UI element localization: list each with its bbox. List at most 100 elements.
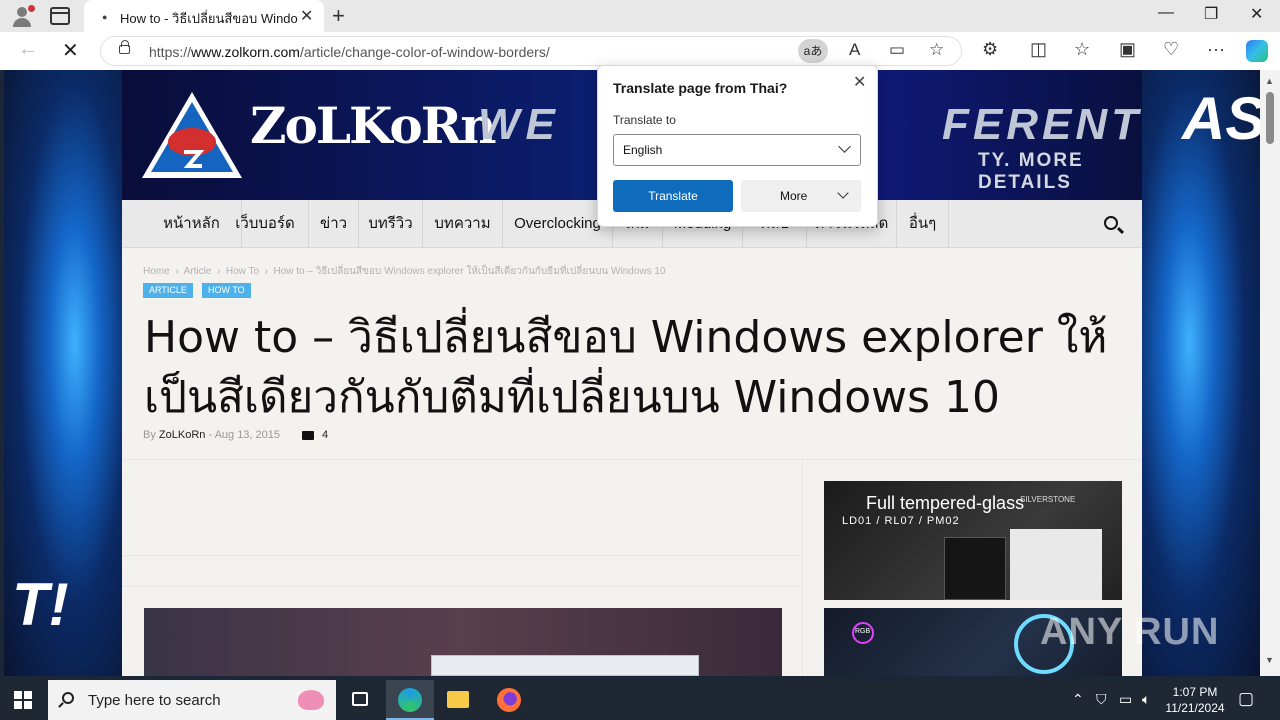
close-tab-icon[interactable]: ✕	[300, 6, 313, 26]
edge-taskbar-icon[interactable]	[386, 680, 434, 720]
tab-title: How to - วิธีเปลี่ยนสีขอบ Windows explor…	[120, 11, 298, 26]
site-search-icon[interactable]	[1104, 216, 1118, 230]
split-screen-icon[interactable]: ◫	[1030, 39, 1047, 60]
author-link[interactable]: ZoLKoRn	[159, 429, 205, 441]
restore-icon[interactable]: ❐	[1204, 4, 1218, 24]
taskbar-search[interactable]: Type here to search	[48, 680, 336, 720]
volume-icon[interactable]: 🔈︎	[1142, 691, 1150, 708]
banner-slogan-right: FERENT	[942, 100, 1142, 149]
site-logo-icon[interactable]	[140, 90, 244, 180]
scroll-up-icon[interactable]: ▲	[1265, 76, 1274, 86]
more-menu-icon[interactable]: ···	[1207, 39, 1225, 60]
ad-banner-silverstone[interactable]: Full tempered-glass LD01 / RL07 / PM02 S…	[824, 481, 1122, 600]
favorite-star-icon[interactable]: ☆	[929, 40, 944, 60]
breadcrumb-article[interactable]: Article	[184, 266, 212, 277]
scrollbar-thumb[interactable]	[1266, 92, 1274, 144]
immersive-reader-icon[interactable]: ▭	[889, 40, 905, 60]
show-hidden-icons[interactable]: ⌃	[1072, 691, 1084, 708]
banner-slogan-left: WE	[478, 100, 561, 149]
scroll-down-icon[interactable]: ▼	[1265, 655, 1274, 665]
ad-brand: SILVERSTONE	[1020, 495, 1076, 504]
close-icon[interactable]: ✕	[853, 72, 866, 92]
back-icon[interactable]: ←	[18, 38, 38, 61]
chevron-down-icon	[838, 140, 851, 153]
divider	[122, 586, 802, 587]
language-value: English	[623, 143, 663, 157]
search-placeholder: Type here to search	[88, 692, 221, 709]
lock-icon[interactable]	[119, 40, 130, 54]
system-clock[interactable]: 1:07 PM 11/21/2024	[1164, 684, 1226, 716]
breadcrumb-current: How to – วิธีเปลี่ยนสีขอบ Windows explor…	[273, 266, 666, 277]
category-badge-howto[interactable]: HOW TO	[202, 283, 251, 298]
background-text-right: ASR	[1182, 85, 1260, 152]
tab-actions-icon[interactable]	[50, 7, 70, 25]
screenshot-window	[431, 655, 699, 676]
menu-item-webboard[interactable]: เว็บบอร์ด	[222, 200, 309, 248]
menu-item-articles[interactable]: บทความ	[423, 200, 503, 248]
address-bar[interactable]: https://www.zolkorn.com/article/change-c…	[100, 36, 962, 66]
column-divider	[802, 460, 803, 676]
close-window-icon[interactable]: ✕	[1250, 4, 1263, 24]
loading-icon: ●	[102, 12, 108, 22]
firefox-icon[interactable]	[484, 680, 532, 720]
comment-icon[interactable]	[302, 431, 314, 440]
minimize-icon[interactable]: —	[1158, 4, 1174, 22]
breadcrumb-home[interactable]: Home	[143, 266, 170, 277]
notifications-icon[interactable]: ▢	[1238, 689, 1254, 709]
stop-loading-icon[interactable]: ✕	[62, 38, 79, 63]
menu-item-other[interactable]: อื่นๆ	[897, 200, 949, 248]
clock-date: 11/21/2024	[1165, 701, 1225, 715]
popup-title: Translate page from Thai?	[613, 80, 788, 96]
background-text-left: T!	[12, 571, 69, 638]
search-icon	[62, 692, 74, 704]
language-select[interactable]: English	[613, 134, 861, 166]
menu-item-news[interactable]: ข่าว	[309, 200, 359, 248]
watermark: ANY RUN	[1040, 611, 1220, 653]
collections-icon[interactable]: ▣	[1119, 39, 1136, 60]
breadcrumb: Home › Article › How To › How to – วิธีเ…	[143, 266, 666, 277]
security-icon[interactable]: ⛉	[1096, 691, 1107, 708]
site-logo-text: ZoLKoRn	[250, 96, 497, 155]
translate-icon[interactable]: aあ	[798, 39, 828, 63]
network-icon[interactable]: ▭	[1119, 691, 1132, 708]
task-view-icon[interactable]	[336, 680, 384, 720]
search-highlight-icon	[298, 690, 324, 710]
extensions-icon[interactable]: ⚙	[982, 39, 998, 60]
page-scrollbar[interactable]: ▲ ▼	[1260, 70, 1280, 676]
pc-case-image	[1010, 529, 1102, 600]
ad-title: Full tempered-glass	[866, 493, 1025, 513]
browser-tab[interactable]: ● How to - วิธีเปลี่ยนสีขอบ Windows expl…	[84, 0, 324, 32]
breadcrumb-howto[interactable]: How To	[226, 266, 259, 277]
article-meta: By ZoLKoRn - Aug 13, 2015	[143, 429, 281, 441]
more-button[interactable]: More	[741, 180, 861, 212]
category-badge-article[interactable]: ARTICLE	[143, 283, 193, 298]
new-tab-icon[interactable]: +	[332, 3, 345, 29]
screen: ● How to - วิธีเปลี่ยนสีขอบ Windows expl…	[0, 0, 1280, 720]
clock-time: 1:07 PM	[1172, 685, 1218, 699]
divider	[122, 555, 802, 556]
article-date: Aug 13, 2015	[214, 429, 281, 441]
read-aloud-icon[interactable]: A	[849, 40, 860, 60]
file-explorer-icon[interactable]	[434, 680, 482, 720]
article-image	[144, 608, 782, 676]
translate-button[interactable]: Translate	[613, 180, 733, 212]
divider	[122, 459, 1142, 460]
translate-popup: Translate page from Thai? ✕ Translate to…	[597, 65, 878, 227]
favorites-icon[interactable]: ☆	[1074, 39, 1090, 60]
copilot-icon[interactable]	[1246, 40, 1268, 62]
browser-essentials-icon[interactable]: ♡	[1163, 39, 1179, 60]
rgb-label: RGB	[855, 628, 871, 635]
browser-tab-bar: ● How to - วิธีเปลี่ยนสีขอบ Windows expl…	[0, 0, 1280, 32]
url-text[interactable]: https://www.zolkorn.com/article/change-c…	[149, 44, 550, 60]
background-right: ASR	[1142, 70, 1260, 676]
comment-count[interactable]: 4	[322, 429, 328, 441]
chevron-down-icon	[837, 187, 849, 199]
background-left: T!	[4, 70, 122, 676]
start-icon[interactable]	[14, 691, 32, 709]
pc-case-image	[944, 537, 1006, 600]
article-title: How to – วิธีเปลี่ยนสีขอบ Windows explor…	[144, 312, 1108, 423]
profile-icon[interactable]	[10, 5, 35, 27]
translate-to-label: Translate to	[613, 113, 676, 127]
menu-item-reviews[interactable]: บทรีวิว	[359, 200, 423, 248]
banner-subline: TY. MORE DETAILS	[978, 150, 1084, 193]
